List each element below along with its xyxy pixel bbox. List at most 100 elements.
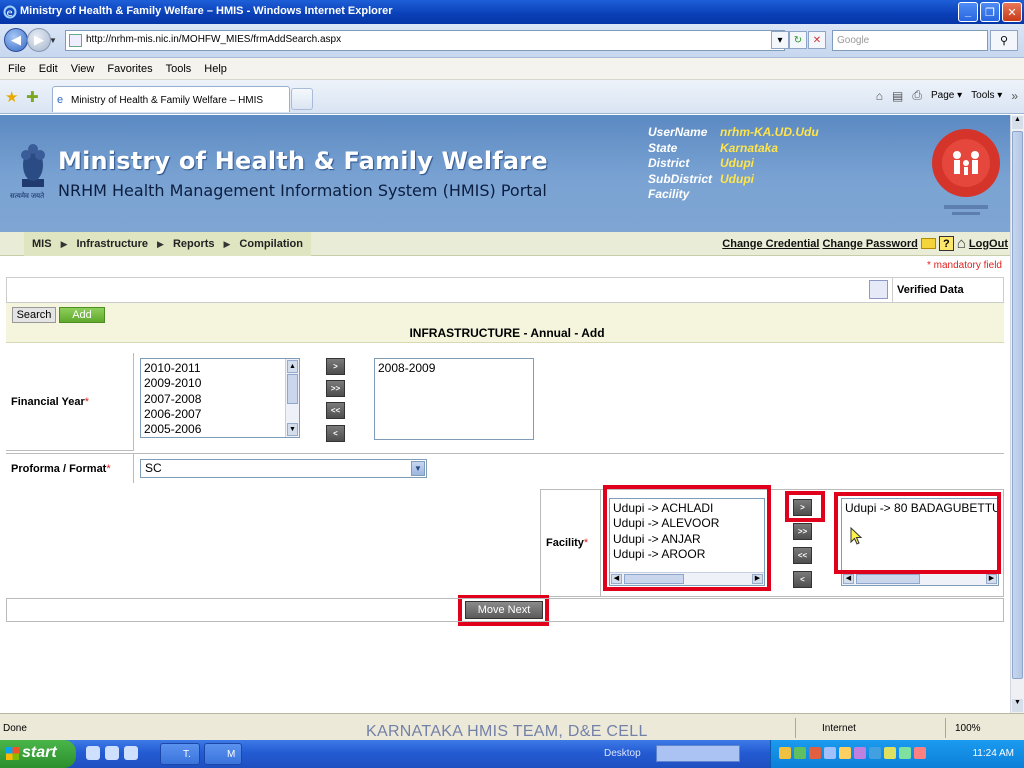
fy-move-right-button[interactable]: > (326, 358, 345, 375)
taskbar-item[interactable]: T. (160, 743, 200, 765)
change-credential-link[interactable]: Change Credential (722, 238, 819, 250)
tray-icon[interactable] (794, 747, 806, 759)
help-icon[interactable]: ? (938, 236, 954, 251)
tab-row: ★ ✚ e Ministry of Health & Family Welfar… (0, 80, 1024, 114)
highlight-move-right (785, 491, 825, 522)
home-icon[interactable]: ⌂ (876, 89, 883, 103)
financial-year-label-text: Financial Year (11, 395, 85, 408)
favorites-star-icon[interactable]: ★ (5, 88, 18, 106)
fy-selected-list[interactable]: 2008-2009 (374, 358, 534, 440)
tray-icon[interactable] (809, 747, 821, 759)
menu-help[interactable]: Help (204, 63, 227, 75)
quick-launch-icon[interactable] (86, 746, 100, 760)
close-button[interactable]: ✕ (1002, 2, 1022, 22)
fy-option[interactable]: 2005-2006 (144, 422, 296, 437)
scroll-up-icon[interactable]: ▲ (287, 360, 298, 373)
username-value: nrhm-KA.UD.Udu (720, 125, 819, 139)
fy-move-all-left-button[interactable]: << (326, 402, 345, 419)
fy-selected-option[interactable]: 2008-2009 (378, 361, 530, 376)
scroll-thumb[interactable] (856, 574, 920, 584)
mail-icon[interactable] (920, 238, 936, 249)
history-dropdown-icon[interactable]: ▼ (49, 36, 57, 45)
scroll-down-icon[interactable]: ▼ (1012, 699, 1023, 712)
district-label: District (648, 156, 690, 171)
tools-menu[interactable]: Tools ▾ (971, 90, 1002, 101)
required-mark: * (84, 395, 90, 408)
scroll-thumb[interactable] (287, 374, 298, 404)
facility-move-left-button[interactable]: < (793, 571, 812, 588)
tray-icon[interactable] (779, 747, 791, 759)
facility-move-all-right-button[interactable]: >> (793, 523, 812, 540)
fy-option[interactable]: 2006-2007 (144, 407, 296, 422)
system-tray: 11:24 AM (770, 740, 1024, 768)
scroll-down-icon[interactable]: ▼ (287, 423, 298, 436)
logout-link[interactable]: LogOut (969, 238, 1008, 250)
nav-infrastructure[interactable]: Infrastructure (76, 238, 148, 250)
verified-data-label: Verified Data (892, 278, 1002, 302)
nav-mis[interactable]: MIS (32, 238, 52, 250)
print-icon[interactable]: ⎙ (912, 88, 922, 103)
tray-icon[interactable] (854, 747, 866, 759)
back-button[interactable]: ◀ (4, 28, 28, 52)
add-button[interactable]: Add (59, 307, 105, 323)
fy-option[interactable]: 2009-2010 (144, 376, 296, 391)
menu-file[interactable]: File (8, 63, 26, 75)
nav-reports[interactable]: Reports (173, 238, 215, 250)
minimize-button[interactable]: _ (958, 2, 978, 22)
search-input[interactable]: Google (832, 30, 988, 51)
fy-move-left-button[interactable]: < (326, 425, 345, 442)
start-button[interactable]: start (0, 740, 76, 768)
maximize-button[interactable]: ❐ (980, 2, 1000, 22)
chevron-right-icon[interactable]: » (1011, 89, 1018, 103)
scroll-up-icon[interactable]: ▲ (1012, 116, 1023, 129)
tray-icon[interactable] (839, 747, 851, 759)
nav-strip: MIS ▶ Infrastructure ▶ Reports ▶ Compila… (0, 232, 1010, 256)
fy-list-scrollbar[interactable]: ▲ ▼ (285, 359, 299, 437)
home-icon[interactable]: ⌂ (957, 235, 966, 252)
feeds-icon[interactable]: ▤ (892, 89, 903, 103)
tray-icon[interactable] (914, 747, 926, 759)
add-favorites-icon[interactable]: ✚ (26, 88, 39, 106)
menu-view[interactable]: View (71, 63, 95, 75)
url-dropdown-icon[interactable]: ▾ (771, 31, 789, 49)
page-vertical-scrollbar[interactable]: ▲ ▼ (1010, 115, 1024, 713)
scroll-left-icon[interactable]: ◀ (843, 574, 854, 584)
tab-hmis[interactable]: e Ministry of Health & Family Welfare – … (52, 86, 290, 112)
tray-icon[interactable] (824, 747, 836, 759)
desktop-toolbar-label[interactable]: Desktop (604, 748, 641, 759)
zoom-level[interactable]: 100% (955, 723, 981, 734)
fy-move-all-right-button[interactable]: >> (326, 380, 345, 397)
menu-tools[interactable]: Tools (166, 63, 192, 75)
facility-move-all-left-button[interactable]: << (793, 547, 812, 564)
move-next-button[interactable]: Move Next (465, 601, 543, 619)
quick-launch-icon[interactable] (124, 746, 138, 760)
quick-launch-icon[interactable] (105, 746, 119, 760)
chevron-down-icon[interactable]: ▼ (411, 461, 425, 476)
financial-year-row: Financial Year * 2010-2011 2009-2010 2007… (6, 353, 1004, 451)
search-button[interactable]: Search (12, 307, 56, 323)
search-go-icon[interactable]: ⚲ (990, 30, 1018, 51)
scroll-thumb[interactable] (1012, 131, 1023, 679)
nav-compilation[interactable]: Compilation (239, 238, 303, 250)
tray-icon[interactable] (884, 747, 896, 759)
fy-option[interactable]: 2007-2008 (144, 392, 296, 407)
change-password-link[interactable]: Change Password (822, 238, 917, 250)
stop-icon[interactable]: ✕ (808, 31, 826, 49)
taskbar-item[interactable]: M (204, 743, 242, 765)
menu-edit[interactable]: Edit (39, 63, 58, 75)
fy-option[interactable]: 2010-2011 (144, 361, 296, 376)
taskbar-search-input[interactable] (656, 745, 740, 762)
tray-icon[interactable] (899, 747, 911, 759)
forward-button[interactable]: ▶ (27, 28, 51, 52)
new-tab-button[interactable] (291, 88, 313, 110)
menu-favorites[interactable]: Favorites (107, 63, 152, 75)
proforma-select[interactable]: SC ▼ (140, 459, 427, 478)
page-menu[interactable]: Page ▾ (931, 90, 962, 101)
url-field[interactable]: http://nrhm-mis.nic.in/MOHFW_MIES/frmAdd… (65, 30, 785, 51)
refresh-icon[interactable]: ↻ (789, 31, 807, 49)
scroll-right-icon[interactable]: ▶ (986, 574, 997, 584)
subdistrict-label: SubDistrict (648, 171, 713, 186)
caret-right-icon: ▶ (60, 238, 68, 249)
fy-available-list[interactable]: 2010-2011 2009-2010 2007-2008 2006-2007 … (140, 358, 300, 438)
tray-icon[interactable] (869, 747, 881, 759)
